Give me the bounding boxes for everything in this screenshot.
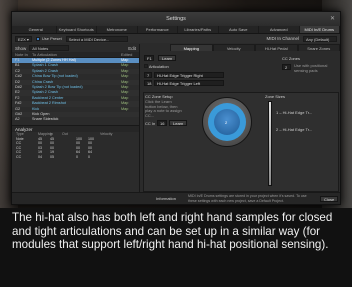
midi-channel-label: MIDI In Channel <box>266 36 299 41</box>
note-field[interactable]: F1 <box>144 55 154 61</box>
tab-auto-save[interactable]: Auto Save <box>219 26 259 33</box>
note-list-panel: Show All Notes Edit Note In To Articulat… <box>12 44 140 192</box>
tab-libraries-paths[interactable]: Libraries/Paths <box>178 26 219 33</box>
tab-mapping[interactable]: Mapping <box>170 44 213 51</box>
use-preset-label: Use Preset <box>41 36 62 41</box>
tab-keyboard-shortcuts[interactable]: Keyboard Shortcuts <box>57 26 97 33</box>
zone-sizes-title: Zone Sizes <box>265 94 286 99</box>
dialog-title: Settings <box>166 16 186 22</box>
header-articulation[interactable]: To Articulation <box>32 52 121 57</box>
zone-label-2: 2 – Hi-Hat Edge Tr... <box>276 127 313 132</box>
cc-zones-title: CC Zones <box>282 56 301 61</box>
use-preset-checkbox[interactable]: Use Preset <box>35 36 62 41</box>
articulation-checkbox[interactable]: Articulation <box>144 64 169 69</box>
note-table-body: F1 Multiple (2 Zones HH Hat) Map B1 Splash 1… <box>12 58 139 123</box>
art-row-1-num: 7 <box>144 72 152 78</box>
mapping-panel: Mapping Velocity Hi-Hat Pedal Snare Zones F… <box>140 44 340 192</box>
analyzer-cell: CC <box>16 155 22 160</box>
tab-performance[interactable]: Performance <box>138 26 178 33</box>
analyzer-cell: 0 <box>76 155 78 160</box>
analyzer-title: Analyzer <box>12 124 139 132</box>
tab-midi-in-e-drums[interactable]: MIDI In/E Drums <box>299 26 340 33</box>
close-icon[interactable]: ✕ <box>330 12 335 26</box>
cc-in-field[interactable]: 16 <box>157 120 167 126</box>
main-area: Show All Notes Edit Note In To Articulat… <box>12 44 340 192</box>
filter-row: Show All Notes Edit <box>12 44 139 52</box>
positional-sensing-note: Use with positional sensing pads <box>294 63 328 73</box>
analyzer-cell: 05 <box>50 155 54 160</box>
art-row-1-select[interactable]: Hi-Hat Edge Trigger Right <box>154 72 224 78</box>
analyzer-body: Note 45 45 100 100 CC 00 00 00 00 CC 03 00 00 00 CC 19 19… <box>12 137 139 160</box>
midi-channel-select[interactable]: Any (Default) <box>303 35 337 42</box>
zone-label-1: 1 – Hi-Hat Edge Tr... <box>276 110 313 115</box>
info-text: MIDI In/E Drums settings are stored in y… <box>188 194 307 203</box>
info-label: Information <box>156 196 177 201</box>
dialog-footer: Information MIDI In/E Drums settings are… <box>12 192 340 204</box>
tab-snare-zones[interactable]: Snare Zones <box>297 44 340 51</box>
analyzer-cell <box>62 155 76 160</box>
analyzer-cell: 04 <box>38 155 42 160</box>
art-row-2-num: 18 <box>144 80 152 86</box>
checkbox-icon <box>144 64 148 68</box>
learn-button[interactable]: Learn <box>158 55 177 61</box>
show-label: Show <box>15 45 27 51</box>
analyzer-cell <box>100 155 112 160</box>
settings-dialog: Settings ✕ General Keyboard Shortcuts Metr… <box>11 11 341 205</box>
articulation-label: Articulation <box>148 64 169 69</box>
analyzer-row: CC 04 05 0 0 <box>12 155 139 160</box>
dialog-titlebar: Settings ✕ <box>12 12 340 26</box>
cc-learn-button[interactable]: Learn <box>169 120 188 126</box>
caption-text: The hi-hat also has both left and right … <box>0 208 352 287</box>
show-select[interactable]: All Notes <box>29 45 70 51</box>
analyzer-cell: 0 <box>88 155 90 160</box>
settings-tabs: General Keyboard Shortcuts Metronome Perfor… <box>12 26 340 34</box>
kit-select[interactable]: EZX ▾ <box>15 35 32 42</box>
tab-velocity[interactable]: Velocity <box>212 44 255 51</box>
cc-zones-select[interactable]: 2 <box>282 64 291 70</box>
art-row-2-select[interactable]: Hi-Hat Edge Trigger Left <box>154 80 224 86</box>
tab-general[interactable]: General <box>16 26 57 33</box>
header-note-in[interactable]: Note In <box>12 52 32 57</box>
close-button[interactable]: Close <box>320 196 339 202</box>
tab-hi-hat-pedal[interactable]: Hi-Hat Pedal <box>255 44 298 51</box>
table-row[interactable]: A2 Snare Sidestick <box>12 117 139 122</box>
mapping-tabs: Mapping Velocity Hi-Hat Pedal Snare Zones <box>170 44 340 51</box>
tab-advanced[interactable]: Advanced <box>259 26 300 33</box>
edited-cell <box>121 117 139 122</box>
knob-value: 2 <box>225 120 228 125</box>
articulation-cell: Snare Sidestick <box>32 117 59 122</box>
zone-size-slider[interactable] <box>268 101 272 186</box>
note-cell: A2 <box>15 117 20 122</box>
edit-label[interactable]: Edit <box>128 46 136 51</box>
midi-toolbar: EZX ▾ Use Preset Select a MIDI Device...… <box>12 34 340 43</box>
cc-zone-setup-text: Click the Learn button below, then play … <box>145 99 182 118</box>
cc-in-label: CC In <box>145 121 156 126</box>
tab-metronome[interactable]: Metronome <box>97 26 138 33</box>
header-edited[interactable]: Edited <box>121 52 139 57</box>
preset-select[interactable]: Select a MIDI Device... <box>65 35 128 42</box>
checkbox-icon <box>35 36 40 41</box>
